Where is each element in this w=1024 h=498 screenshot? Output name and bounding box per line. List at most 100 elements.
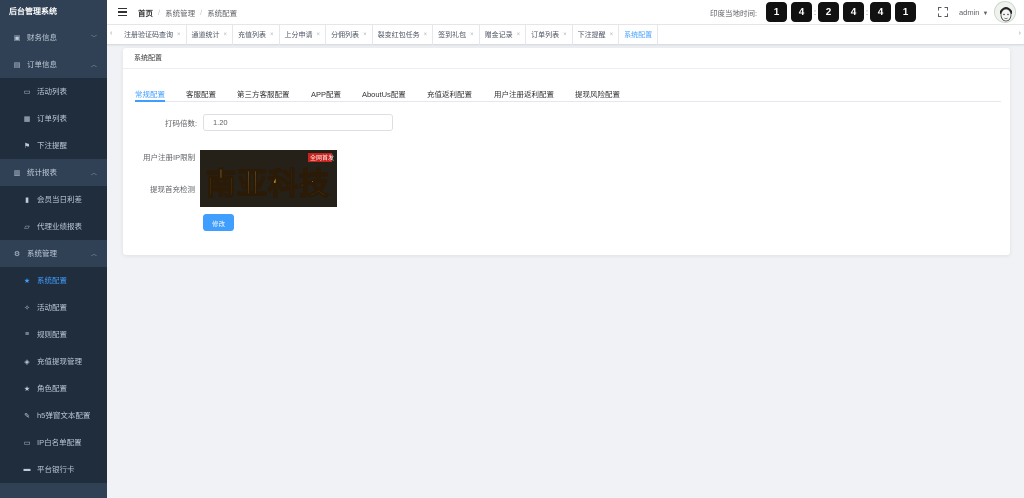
close-icon[interactable]: × [563, 32, 567, 38]
active-tab-indicator [135, 100, 165, 102]
clock-digit: 4 [843, 2, 864, 22]
caret-down-icon: ▼ [982, 11, 989, 17]
clock-label: 印度当地时间: [710, 9, 758, 18]
config-tab[interactable]: 用户注册返利配置 [494, 89, 554, 100]
clipboard-icon: ▤ [13, 61, 21, 69]
close-icon[interactable]: × [470, 32, 474, 38]
sidebar-item[interactable]: ★ 系统配置 [0, 267, 107, 294]
sidebar-item[interactable]: ▬ 平台银行卡 [0, 456, 107, 483]
close-icon[interactable]: × [424, 32, 428, 38]
document-icon: ▭ [23, 88, 31, 96]
breadcrumb-home[interactable]: 首页 [138, 8, 153, 19]
watermark-logo: 南亚科技 全网首发 [200, 150, 337, 207]
tag-tab[interactable]: 赠金记录 × [480, 25, 527, 45]
clock-digit: 1 [766, 2, 787, 22]
config-tab[interactable]: 第三方客服配置 [237, 89, 290, 100]
tag-tab[interactable]: 系统配置 [619, 25, 659, 45]
sidebar-item-label: 代理业绩报表 [37, 222, 82, 231]
bar-chart-icon: ▮ [25, 196, 29, 204]
sidebar-item-label: 统计报表 [27, 168, 57, 177]
user-menu[interactable]: admin ▼ [959, 8, 988, 17]
close-icon[interactable]: × [317, 32, 321, 38]
close-icon[interactable]: × [177, 32, 181, 38]
flip-clock: 1 4 : 2 4 : 4 1 [766, 2, 916, 22]
sidebar-item[interactable]: ▦ 订单列表 [0, 105, 107, 132]
tag-tab[interactable]: 注册验证码查询 × [119, 25, 187, 45]
sidebar-item[interactable]: ◈ 充值提现管理 [0, 348, 107, 375]
tags-view-bar: ‹ 注册验证码查询 × 通道统计 × 充值列表 × 上分申请 × 分佣列表 × 裂变红包任务 × 签到礼… [107, 25, 1024, 45]
hamburger-icon[interactable] [118, 6, 127, 18]
sidebar-item-label: 系统管理 [27, 249, 57, 258]
withdraw-check-label: 提现首充检测 [150, 185, 195, 194]
config-tab[interactable]: 常规配置 [135, 89, 165, 100]
sidebar-item-label: 活动列表 [37, 87, 67, 96]
breadcrumb-separator: / [158, 8, 161, 17]
sidebar-item-label: 充值提现管理 [37, 357, 82, 366]
close-icon[interactable]: × [270, 32, 274, 38]
multiplier-input[interactable] [203, 114, 393, 131]
config-tab[interactable]: APP配置 [311, 89, 341, 100]
report-icon: ▱ [24, 223, 30, 231]
sidebar-item[interactable]: ≡ 规则配置 [0, 321, 107, 348]
tag-tab[interactable]: 签到礼包 × [433, 25, 480, 45]
sidebar-item-label: 活动配置 [37, 303, 67, 312]
tag-tab-label: 订单列表 [531, 32, 560, 39]
sidebar-item[interactable]: ▥ 统计报表 ︿ [0, 159, 107, 186]
top-navbar: 首页 / 系统管理 / 系统配置 印度当地时间: 1 4 : 2 4 : 4 1… [107, 0, 1024, 25]
config-tab[interactable]: 客服配置 [186, 89, 216, 100]
layers-icon: ◈ [24, 358, 30, 366]
tag-tab-label: 上分申请 [284, 32, 313, 39]
card-title: 系统配置 [123, 48, 1010, 69]
flag-icon: ⚑ [23, 142, 31, 150]
sidebar-item-label: 财务信息 [27, 33, 57, 42]
sidebar-item[interactable]: ✎ h5弹窗文本配置 [0, 402, 107, 429]
tag-tab[interactable]: 充值列表 × [233, 25, 280, 45]
config-tab[interactable]: 充值返利配置 [427, 89, 472, 100]
sidebar-item[interactable]: ▱ 代理业绩报表 [0, 213, 107, 240]
sidebar-item-label: h5弹窗文本配置 [37, 411, 91, 420]
sidebar-item[interactable]: ⚑ 下注提醒 [0, 132, 107, 159]
sidebar-item[interactable]: ⚙ 系统管理 ︿ [0, 240, 107, 267]
close-icon[interactable]: × [224, 32, 228, 38]
tag-tab[interactable]: 上分申请 × [280, 25, 327, 45]
tag-tab-label: 系统配置 [624, 32, 653, 39]
tag-tab[interactable]: 下注提醒 × [573, 25, 620, 45]
config-tab[interactable]: AboutUs配置 [362, 89, 406, 100]
breadcrumb-current: 系统配置 [207, 9, 238, 18]
sidebar-item[interactable]: ✧ 活动配置 [0, 294, 107, 321]
modify-button[interactable]: 修改 [203, 214, 234, 231]
sidebar-item[interactable]: ▣ 财务信息 ﹀ [0, 24, 107, 51]
config-tab[interactable]: 提现风险配置 [575, 89, 620, 100]
app-brand: 后台管理系统 [9, 7, 57, 16]
sidebar-item[interactable]: ▭ IP白名单配置 [0, 429, 107, 456]
tags-view-tabs: 注册验证码查询 × 通道统计 × 充值列表 × 上分申请 × 分佣列表 × 裂变红包任务 × 签到礼包 ×… [119, 25, 659, 45]
sidebar-item[interactable]: ▭ 活动列表 [0, 78, 107, 105]
chevron-right-icon[interactable]: › [1019, 30, 1021, 37]
close-icon[interactable]: × [363, 32, 367, 38]
clock-digit: 4 [791, 2, 812, 22]
chevron-icon: ︿ [90, 63, 97, 69]
sidebar-item[interactable]: ▮ 会员当日利差 [0, 186, 107, 213]
tag-tab[interactable]: 订单列表 × [526, 25, 573, 45]
chevron-icon: ﹀ [90, 36, 97, 42]
tag-tab[interactable]: 通道统计 × [187, 25, 234, 45]
gear-icon: ⚙ [13, 250, 21, 258]
tag-tab-label: 分佣列表 [331, 32, 360, 39]
chevron-left-icon[interactable]: ‹ [110, 30, 112, 37]
tag-tab[interactable]: 分佣列表 × [326, 25, 373, 45]
username: admin [959, 8, 980, 17]
fullscreen-icon[interactable] [938, 7, 948, 17]
sparkle-icon: ✧ [24, 304, 30, 312]
tag-tab[interactable]: 裂变红包任务 × [373, 25, 434, 45]
tag-tab-label: 裂变红包任务 [377, 32, 420, 39]
sidebar-item[interactable]: ▤ 订单信息 ︿ [0, 51, 107, 78]
sidebar-menu: ▣ 财务信息 ﹀ ▤ 订单信息 ︿ ▭ 活动列表 ▦ 订单列表 ⚑ 下注提醒 ▥ 统计报表 ︿ ▮ 会员当日利差… [0, 24, 107, 483]
sidebar-item-label: 规则配置 [37, 330, 67, 339]
tag-tab-label: 赠金记录 [484, 32, 513, 39]
sidebar-item[interactable]: ★ 角色配置 [0, 375, 107, 402]
avatar[interactable] [994, 1, 1016, 23]
sidebar-item-label: 下注提醒 [37, 141, 67, 150]
close-icon[interactable]: × [517, 32, 521, 38]
close-icon[interactable]: × [610, 32, 614, 38]
tag-tab-label: 签到礼包 [438, 32, 467, 39]
